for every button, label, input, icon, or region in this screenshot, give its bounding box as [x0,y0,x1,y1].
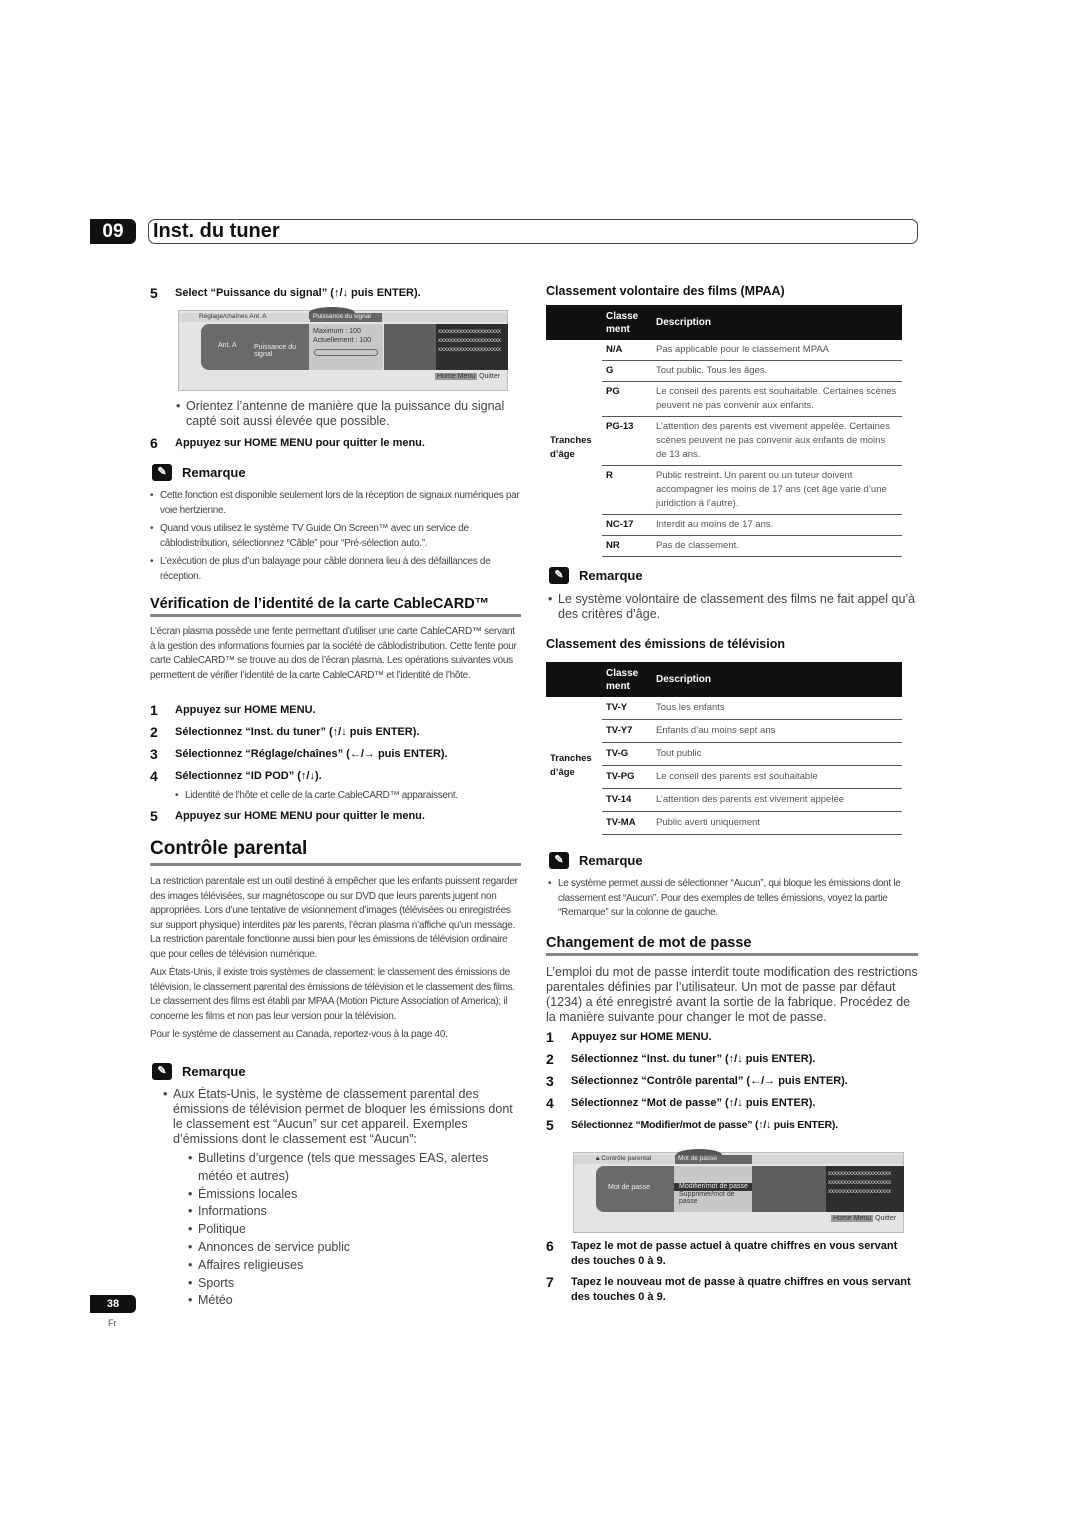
chapter-title: Inst. du tuner [148,219,918,244]
language-label: Fr [108,1318,117,1328]
bullet-orient: • Orientez l’antenne de manière que la pu… [176,399,505,428]
mpaa-table: Classe ment Description Tranches d’âge N/A… [546,305,902,557]
section-password: Changement de mot de passe [546,935,918,956]
note-pencil-icon: ✎ [152,464,172,481]
note-pencil-icon: ✎ [549,852,569,869]
lock-icon: 🔒︎ [596,1155,600,1162]
password-steps-2: 6 Tapez le mot de passe actuel à quatre c… [546,1238,911,1304]
tv-title: Classement des émissions de télévision [546,637,785,651]
cablecard-steps: 1 Appuyez sur HOME MENU. 2 Sélectionnez “I… [150,702,458,824]
remarque-list: • Cette fonction est disponible seulement… [150,490,520,582]
remarque-heading: ✎ Remarque [549,852,643,869]
note-pencil-icon: ✎ [152,1063,172,1080]
remarque-heading: ✎ Remarque [152,464,246,481]
password-screen: 🔒︎ Contrôle parental Mot de passe Mot de… [573,1149,904,1233]
page-number: 38 [90,1295,136,1313]
password-para: L’emploi du mot de passe interdit toute … [546,965,918,1024]
option-modifier[interactable]: Modifier/mot de passe [674,1183,752,1191]
step-6: 6 Appuyez sur HOME MENU pour quitter le m… [150,435,425,451]
remarque-tv: • Le système permet aussi de sélectionner… [548,878,901,918]
mpaa-title: Classement volontaire des films (MPAA) [546,284,785,298]
password-steps: 1 Appuyez sur HOME MENU. 2 Sélectionnez “I… [546,1029,848,1133]
note-pencil-icon: ✎ [549,567,569,584]
home-menu-key: Home Menu [435,373,478,380]
screen-tab: Puissance du signal [310,313,382,322]
remarque-mpaa: • Le système volontaire de classement des… [548,592,916,621]
remarque-heading: ✎ Remarque [549,567,643,584]
signal-screen: Réglage/chaînes Ant. A Puissance du sign… [178,307,508,391]
chapter-number: 09 [90,219,136,244]
cablecard-para: L’écran plasma possède une fente permett… [150,626,517,681]
tv-table: Classe ment Description Tranches d’âge TV-… [546,662,902,835]
step-5: 5 Select “Puissance du signal” (↑/↓ puis … [150,285,421,301]
remarque-heading: ✎ Remarque [152,1063,246,1080]
option-supprimer[interactable]: Supprimer/mot de passe [679,1191,752,1205]
section-parental: Contrôle parental [150,838,521,866]
screen-bar-label: Réglage/chaînes Ant. A [199,313,267,320]
section-cablecard: Vérification de l’identité de la carte C… [150,596,521,617]
parental-text: La restriction parentale est un outil de… [150,876,518,1040]
remarque-aucun: • Aux États-Unis, le système de classemen… [163,1087,513,1308]
